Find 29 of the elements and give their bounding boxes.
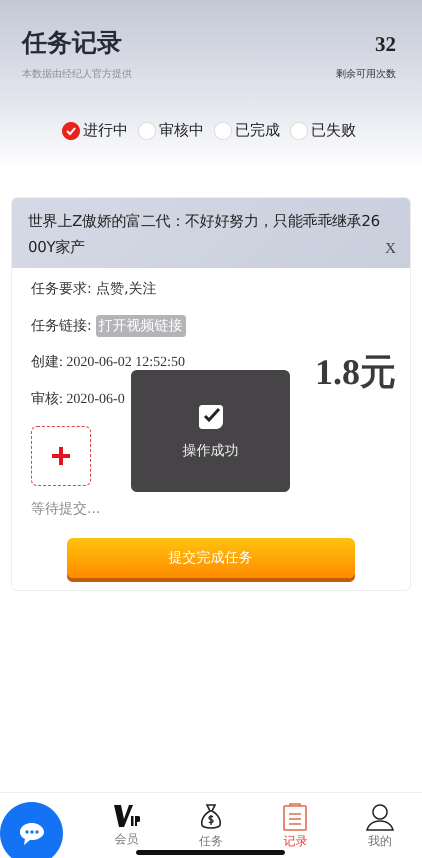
- clipboard-icon: [282, 803, 308, 831]
- status-filter[interactable]: 审核中: [138, 121, 204, 140]
- money-bag-icon: [198, 803, 223, 831]
- task-requirement: 任务要求: 点赞,关注: [31, 280, 157, 299]
- nav-tab[interactable]: 任务: [168, 793, 253, 858]
- nav-tab[interactable]: 我的: [338, 793, 422, 858]
- upload-button[interactable]: [31, 426, 91, 486]
- vip-icon: [112, 803, 140, 829]
- plus-icon: [51, 446, 71, 466]
- link-label: 任务链接:: [31, 317, 92, 336]
- person-icon: [366, 803, 394, 831]
- upload-status: 等待提交...: [31, 500, 102, 518]
- reward-amount: 1.8元: [315, 351, 396, 394]
- nav-tab[interactable]: 会员: [84, 793, 168, 858]
- remaining-count: 32: [375, 32, 396, 57]
- created-time: 创建: 2020-06-02 12:52:50: [31, 354, 185, 372]
- status-filter[interactable]: 进行中: [62, 121, 128, 140]
- nav-tab[interactable]: 记录: [253, 793, 338, 858]
- chat-button[interactable]: [0, 802, 63, 858]
- chat-icon: [18, 822, 44, 846]
- subtitle: 本数据由经纪人官方提供: [22, 68, 132, 81]
- count-label: 剩余可用次数: [336, 68, 396, 81]
- page-title: 任务记录: [22, 27, 122, 59]
- toast-message: 操作成功: [182, 442, 238, 460]
- task-title: 世界上Z傲娇的富二代：不好好努力，只能乖乖继承2600Y家产: [28, 211, 381, 258]
- status-filter[interactable]: 已失败: [290, 121, 356, 140]
- close-button[interactable]: X: [385, 241, 396, 260]
- status-filter[interactable]: 已完成: [214, 121, 280, 140]
- review-time: 审核: 2020-06-0: [31, 390, 125, 409]
